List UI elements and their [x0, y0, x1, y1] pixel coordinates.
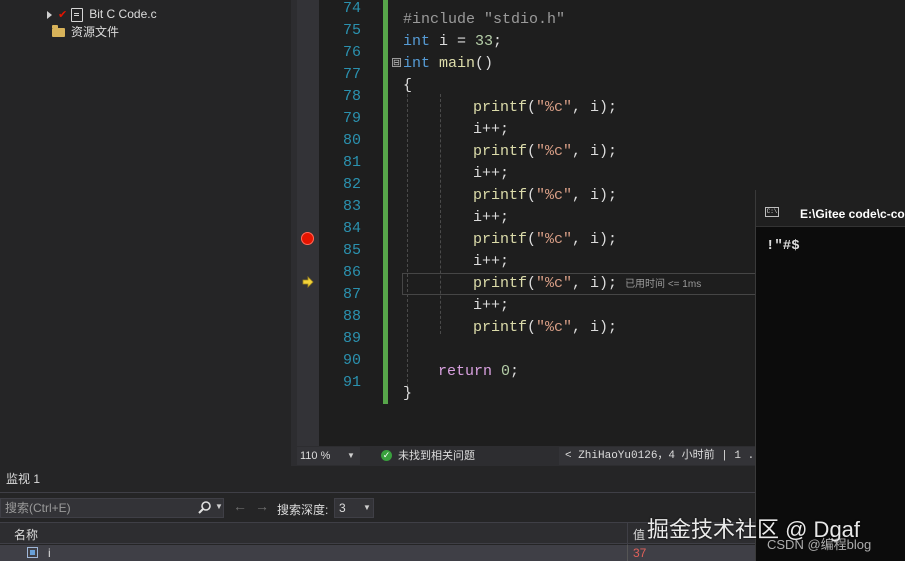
chevron-down-icon[interactable]: ▼ [347, 447, 355, 465]
line-number-gutter: 74 75 76 77 78 79 80 81 82 83 84 85 86 8… [319, 0, 383, 446]
line-number: 82 [342, 176, 361, 193]
code-line: i++; [473, 121, 510, 138]
arrow-right-icon[interactable]: → [255, 498, 269, 514]
line-number: 77 [342, 66, 361, 83]
search-depth-select[interactable]: 3 ▼ [334, 498, 374, 518]
code-line: printf("%c", i); [473, 231, 618, 248]
column-header-name[interactable]: 名称 [14, 526, 38, 543]
column-splitter [627, 545, 628, 561]
console-window[interactable]: C:\ E:\Gitee code\c-cou !"#$ [755, 190, 905, 561]
line-number: 74 [342, 0, 361, 17]
code-line: i++; [473, 165, 510, 182]
code-line: int i = 33; [403, 33, 503, 50]
line-number: 81 [342, 154, 361, 171]
indent-guide [407, 94, 408, 392]
solution-item-resource-files[interactable]: 资源文件 [52, 23, 119, 41]
code-line: } [403, 385, 413, 402]
watch-variable-name[interactable]: i [48, 546, 51, 560]
breakpoint-icon[interactable] [301, 232, 314, 245]
code-line: printf("%c", i); [473, 143, 618, 160]
code-line: printf("%c", i); [473, 99, 618, 116]
git-blame-info[interactable]: < ZhiHaoYu0126，4 小时前 | 1 ... [559, 447, 761, 465]
expand-arrow-icon[interactable] [47, 10, 52, 19]
watermark-secondary: CSDN @编程blog [767, 537, 872, 552]
line-number: 90 [342, 352, 361, 369]
solution-explorer: ✔ Bit C Code.c 资源文件 [0, 0, 291, 466]
chevron-down-icon: ▼ [363, 503, 371, 512]
check-circle-icon: ✓ [381, 450, 392, 461]
line-number: 86 [342, 264, 361, 281]
line-number: 88 [342, 308, 361, 325]
code-editor[interactable]: ⊟ #include "stdio.h" int i = 33; int mai… [388, 0, 755, 446]
line-number: 84 [342, 220, 361, 237]
code-line-current: printf("%c", i); 已用时间 <= 1ms [473, 275, 702, 292]
line-number: 76 [342, 44, 361, 61]
solution-item-bit-c-code[interactable]: ✔ Bit C Code.c [47, 5, 157, 23]
variable-icon [27, 547, 38, 558]
chevron-down-icon[interactable]: ▼ [215, 502, 223, 511]
line-number: 83 [342, 198, 361, 215]
watch-search-box[interactable]: ▼ [0, 498, 224, 518]
code-line: printf("%c", i); [473, 319, 618, 336]
line-number: 75 [342, 22, 361, 39]
watch-table-header: 名称 值 [0, 522, 755, 545]
line-number: 78 [342, 88, 361, 105]
column-header-value[interactable]: 值 [633, 526, 645, 543]
search-depth-value: 3 [339, 501, 346, 515]
line-number: 85 [342, 242, 361, 259]
watch-search-input[interactable] [5, 500, 190, 516]
console-output: !"#$ [766, 238, 800, 254]
collapse-icon[interactable]: ⊟ [392, 58, 401, 67]
search-icon[interactable] [197, 500, 213, 516]
watch-panel-title[interactable]: 监视 1 [6, 470, 40, 487]
column-splitter[interactable] [627, 523, 628, 545]
watch-variable-value[interactable]: 37 [633, 546, 646, 560]
code-line: i++; [473, 297, 510, 314]
code-line: i++; [473, 209, 510, 226]
solution-item-label: Bit C Code.c [89, 7, 157, 21]
checkmark-icon: ✔ [58, 9, 68, 21]
code-line: #include "stdio.h" [403, 11, 566, 28]
line-number: 80 [342, 132, 361, 149]
divider [0, 492, 755, 493]
arrow-left-icon[interactable]: ← [233, 498, 247, 514]
search-depth-label: 搜索深度: [277, 503, 329, 517]
code-line: int main() [403, 55, 494, 72]
indent-guide [440, 94, 441, 334]
terminal-icon: C:\ [765, 207, 779, 217]
folder-icon [52, 25, 65, 38]
line-number: 87 [342, 286, 361, 303]
table-row[interactable]: i 37 [0, 545, 755, 561]
code-line: return 0; [438, 363, 520, 380]
current-statement-arrow-icon [302, 276, 314, 288]
c-file-icon [71, 7, 84, 22]
line-number: 79 [342, 110, 361, 127]
console-title-bar[interactable]: C:\ E:\Gitee code\c-cou [756, 190, 905, 227]
editor-status-bar: 110 % ▼ ✓ 未找到相关问题 < ZhiHaoYu0126，4 小时前 |… [297, 446, 761, 466]
code-line: i++; [473, 253, 510, 270]
issues-status[interactable]: 未找到相关问题 [398, 446, 475, 466]
console-title: E:\Gitee code\c-cou [800, 207, 905, 221]
line-number: 91 [342, 374, 361, 391]
solution-item-label: 资源文件 [71, 25, 120, 39]
elapsed-time-hint: 已用时间 <= 1ms [625, 279, 702, 290]
code-line: { [403, 77, 413, 94]
indicator-margin[interactable] [297, 0, 319, 446]
line-number: 89 [342, 330, 361, 347]
code-line: printf("%c", i); [473, 187, 618, 204]
